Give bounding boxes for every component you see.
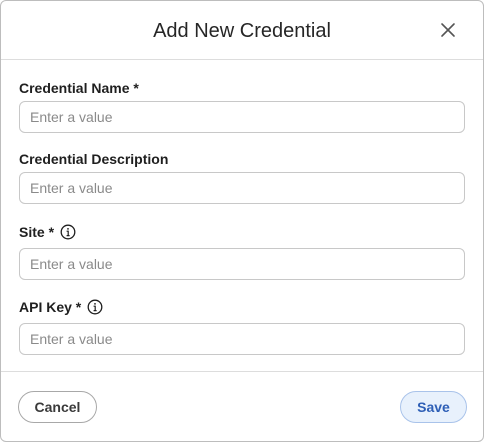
close-button[interactable] [439,21,457,39]
info-icon[interactable] [60,224,76,240]
credential-description-input[interactable] [19,172,465,204]
api-key-label: API Key * [19,298,103,316]
credential-description-label: Credential Description [19,150,168,168]
api-key-label-text: API Key * [19,299,82,315]
dialog-body: Credential Name * Credential Description… [1,60,483,370]
dialog-footer: Cancel Save [1,371,483,441]
credential-name-label: Credential Name * [19,79,139,97]
cancel-button[interactable]: Cancel [18,391,97,423]
api-key-input[interactable] [19,323,465,355]
site-label: Site * [19,223,76,241]
info-icon[interactable] [87,299,103,315]
site-label-text: Site * [19,224,55,240]
credential-description-label-text: Credential Description [19,151,169,167]
close-icon [441,23,455,37]
add-credential-dialog: Add New Credential Credential Name * Cre… [0,0,484,442]
credential-name-input[interactable] [19,101,465,133]
site-input[interactable] [19,248,465,280]
save-button[interactable]: Save [400,391,467,423]
dialog-title: Add New Credential [153,20,331,42]
dialog-header: Add New Credential [1,1,483,60]
credential-name-label-text: Credential Name * [19,80,139,96]
